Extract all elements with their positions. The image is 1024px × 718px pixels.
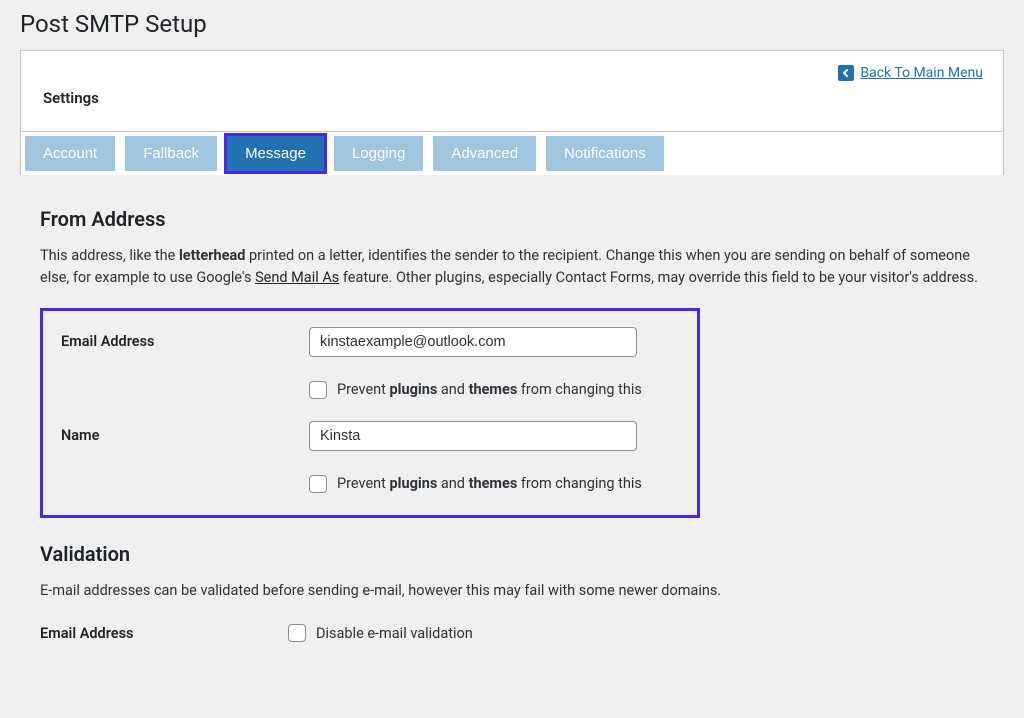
validation-heading: Validation: [40, 542, 984, 566]
send-mail-as-link[interactable]: Send Mail As: [255, 269, 339, 286]
tab-advanced[interactable]: Advanced: [433, 136, 536, 171]
settings-heading: Settings: [43, 89, 981, 107]
validation-email-row: Email Address Disable e-mail validation: [40, 624, 984, 642]
tab-notifications[interactable]: Notifications: [546, 136, 664, 171]
disable-validation-checkbox[interactable]: [288, 624, 306, 642]
tabs-nav: Account Fallback Message Logging Advance…: [20, 132, 1004, 175]
name-row: Name: [61, 421, 679, 451]
desc-letterhead: letterhead: [179, 247, 246, 264]
prevent-name-checkbox[interactable]: [309, 475, 327, 493]
back-arrow-icon: [838, 65, 854, 81]
from-address-heading: From Address: [40, 207, 984, 231]
validation-email-label: Email Address: [40, 625, 288, 642]
tab-logging[interactable]: Logging: [334, 136, 423, 171]
prevent-email-checkbox[interactable]: [309, 381, 327, 399]
tab-fallback[interactable]: Fallback: [125, 136, 217, 171]
tab-message[interactable]: Message: [227, 136, 324, 171]
disable-validation-label: Disable e-mail validation: [316, 625, 473, 642]
name-input[interactable]: [309, 421, 637, 451]
from-address-description: This address, like the letterhead printe…: [40, 245, 984, 290]
validation-description: E-mail addresses can be validated before…: [40, 580, 984, 602]
email-address-label: Email Address: [61, 333, 309, 350]
name-label: Name: [61, 427, 309, 444]
desc-text: feature. Other plugins, especially Conta…: [339, 269, 978, 286]
settings-panel: Back To Main Menu Settings: [20, 50, 1004, 132]
page-title: Post SMTP Setup: [20, 10, 1004, 38]
prevent-name-label: Prevent plugins and themes from changing…: [337, 475, 642, 492]
prevent-email-label: Prevent plugins and themes from changing…: [337, 381, 642, 398]
prevent-name-row: Prevent plugins and themes from changing…: [61, 475, 679, 493]
back-to-main-link[interactable]: Back To Main Menu: [860, 65, 983, 81]
validation-section: Validation E-mail addresses can be valid…: [40, 542, 984, 642]
back-to-main-wrap: Back To Main Menu: [838, 65, 983, 81]
email-address-row: Email Address: [61, 327, 679, 357]
content-area: From Address This address, like the lett…: [20, 175, 1004, 642]
email-address-input[interactable]: [309, 327, 637, 357]
prevent-email-row: Prevent plugins and themes from changing…: [61, 381, 679, 399]
from-address-form-box: Email Address Prevent plugins and themes…: [40, 308, 700, 518]
desc-text: This address, like the: [40, 247, 179, 264]
tab-account[interactable]: Account: [25, 136, 115, 171]
